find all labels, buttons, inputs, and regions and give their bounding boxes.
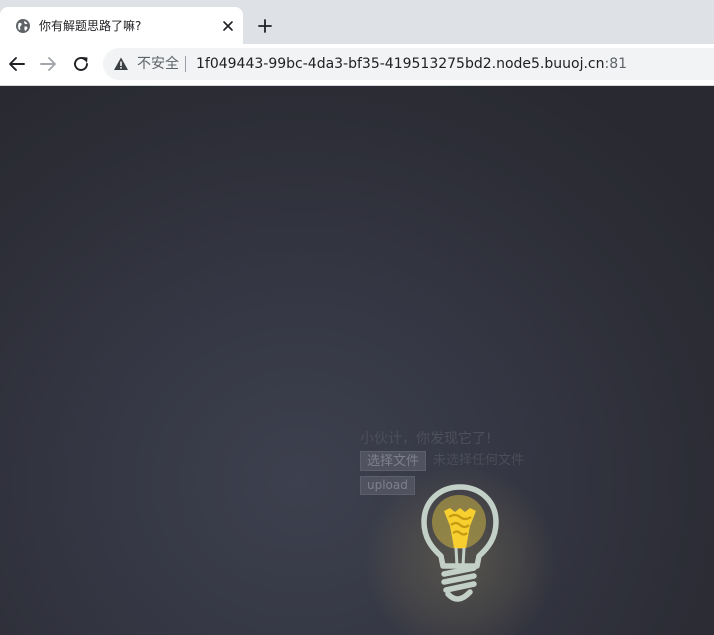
warning-icon[interactable] <box>113 56 129 72</box>
close-icon[interactable] <box>219 17 237 35</box>
page-content: 小伙计，你发现它了! 选择文件 未选择任何文件 upload <box>0 86 714 635</box>
url-port: :81 <box>604 56 628 72</box>
url-text[interactable]: 1f049443-99bc-4da3-bf35-419513275bd2.nod… <box>196 56 627 72</box>
choose-file-button[interactable]: 选择文件 <box>360 451 427 471</box>
browser-toolbar: 不安全 1f049443-99bc-4da3-bf35-419513275bd2… <box>0 44 714 86</box>
new-tab-icon[interactable] <box>254 15 276 37</box>
forward-arrow-icon[interactable] <box>37 53 59 75</box>
browser-tab[interactable]: 你有解题思路了嘛? <box>0 7 243 44</box>
url-host: 1f049443-99bc-4da3-bf35-419513275bd2.nod… <box>196 56 605 72</box>
upload-button[interactable]: upload <box>360 476 415 495</box>
globe-icon <box>16 19 30 33</box>
address-bar[interactable]: 不安全 1f049443-99bc-4da3-bf35-419513275bd2… <box>103 48 714 80</box>
reload-icon[interactable] <box>70 53 92 75</box>
tab-strip: 你有解题思路了嘛? <box>0 0 714 44</box>
back-arrow-icon[interactable] <box>6 53 28 75</box>
address-divider <box>185 56 186 72</box>
hint-text: 小伙计，你发现它了! <box>360 431 492 447</box>
tab-title: 你有解题思路了嘛? <box>39 19 142 33</box>
file-status-text: 未选择任何文件 <box>433 453 525 468</box>
security-label[interactable]: 不安全 <box>137 56 179 72</box>
lightbulb-icon[interactable] <box>414 482 508 612</box>
